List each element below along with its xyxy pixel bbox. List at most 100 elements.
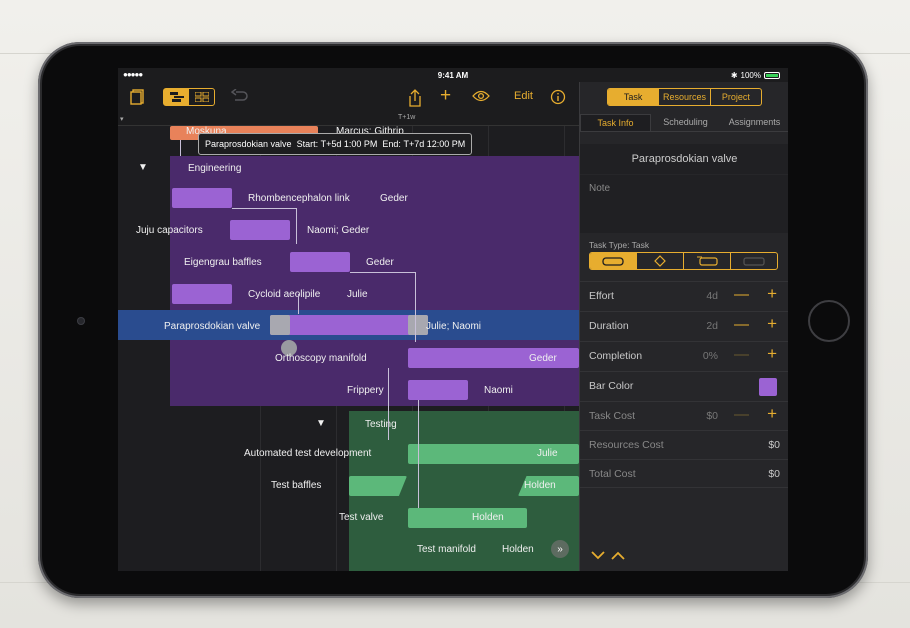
- tooltip-end-label: End:: [382, 139, 401, 149]
- resources-cost-row: Resources Cost $0: [580, 430, 788, 459]
- task-title-field[interactable]: Paraprosdokian valve: [580, 144, 788, 174]
- group-title-engineering: Engineering: [188, 163, 242, 174]
- total-cost-row: Total Cost $0: [580, 459, 788, 488]
- task-cost-label: Task Cost: [589, 410, 636, 422]
- dependency-line: [296, 208, 297, 244]
- view-options-icon[interactable]: [472, 89, 490, 106]
- gantt-view-icon[interactable]: [164, 89, 189, 105]
- task-type-label: Task Type: Task: [589, 240, 650, 250]
- task-type-milestone-icon[interactable]: [636, 253, 683, 269]
- view-mode-switcher: [163, 88, 215, 106]
- dependency-line: [350, 272, 415, 273]
- note-placeholder: Note: [589, 183, 611, 194]
- task-resource: Geder: [366, 257, 394, 268]
- resources-cost-value: $0: [768, 439, 780, 451]
- bar-color-label: Bar Color: [589, 380, 634, 392]
- network-view-icon[interactable]: [189, 89, 214, 105]
- chevron-up-icon[interactable]: [611, 548, 625, 563]
- task-title: Paraprosdokian valve: [631, 153, 738, 165]
- tooltip-start-label: Start:: [296, 139, 319, 149]
- task-cost-decrement-icon[interactable]: —: [734, 406, 749, 423]
- tooltip-task: Paraprosdokian valve: [205, 139, 292, 149]
- status-time: 9:41 AM: [437, 71, 469, 80]
- status-bar: ●●●●● 9:41 AM ✱ 100%: [118, 68, 788, 82]
- chevron-down-icon[interactable]: [591, 548, 605, 563]
- effort-increment-icon[interactable]: +: [767, 284, 777, 304]
- task-type-task-icon[interactable]: [590, 253, 636, 269]
- inspector-nav: [591, 548, 625, 563]
- timeline-ruler: ▾ T+1w: [118, 112, 579, 126]
- task-resource: Julie; Naomi: [426, 321, 482, 332]
- duration-decrement-icon[interactable]: —: [734, 316, 749, 333]
- scroll-forward-button[interactable]: »: [551, 540, 569, 558]
- task-name: Orthoscopy manifold: [275, 353, 367, 364]
- task-bar-test-valve[interactable]: [408, 508, 527, 528]
- bluetooth-icon: ✱: [730, 71, 738, 80]
- note-field[interactable]: Note: [580, 175, 788, 233]
- task-name: Test valve: [339, 512, 384, 523]
- resize-handle-start[interactable]: [270, 315, 290, 335]
- dependency-line: [180, 140, 181, 156]
- task-resource: Naomi: [484, 385, 513, 396]
- task-bar-paraprosdokian[interactable]: [270, 315, 428, 335]
- tab-scheduling[interactable]: Scheduling: [651, 114, 720, 131]
- task-bar-frippery[interactable]: [408, 380, 468, 400]
- collapse-testing-icon[interactable]: ▼: [316, 418, 326, 429]
- effort-decrement-icon[interactable]: —: [734, 286, 749, 303]
- completion-increment-icon[interactable]: +: [767, 344, 777, 364]
- toolbar: + Edit: [118, 82, 579, 112]
- task-resource: Julie: [347, 289, 368, 300]
- undo-icon[interactable]: [230, 88, 249, 107]
- task-bar-cycloid[interactable]: [172, 284, 232, 304]
- edit-button[interactable]: Edit: [514, 90, 533, 102]
- tab-assignments[interactable]: Assignments: [720, 114, 788, 131]
- effort-label: Effort: [589, 290, 614, 302]
- duration-increment-icon[interactable]: +: [767, 314, 777, 334]
- task-resource: Geder: [529, 353, 557, 364]
- task-name: Eigengrau baffles: [184, 257, 262, 268]
- task-bar-rhombencephalon[interactable]: [172, 188, 232, 208]
- tooltip-start: T+5d 1:00 PM: [320, 139, 378, 149]
- add-icon[interactable]: +: [440, 85, 451, 107]
- task-bar-eigengrau[interactable]: [290, 252, 350, 272]
- completion-value[interactable]: 0%: [703, 350, 718, 362]
- segment-task[interactable]: Task: [608, 89, 659, 105]
- task-name-selected: Paraprosdokian valve: [164, 321, 261, 332]
- task-type-group-icon[interactable]: [683, 253, 730, 269]
- task-name: Test manifold: [417, 544, 476, 555]
- home-button[interactable]: [808, 300, 850, 342]
- task-bar-test-baffles[interactable]: [349, 476, 407, 496]
- segment-project[interactable]: Project: [709, 89, 761, 105]
- front-camera: [77, 317, 85, 325]
- dependency-line: [388, 368, 389, 440]
- inspector-panel: Task Resources Project Task Info Schedul…: [579, 82, 788, 571]
- status-right: ✱ 100%: [731, 71, 780, 80]
- completion-decrement-icon[interactable]: —: [734, 346, 749, 363]
- tab-task-info[interactable]: Task Info: [580, 114, 651, 131]
- tooltip-end: T+7d 12:00 PM: [403, 139, 466, 149]
- bar-color-swatch[interactable]: [759, 378, 777, 396]
- collapse-engineering-icon[interactable]: ▼: [138, 162, 148, 173]
- resources-cost-label: Resources Cost: [589, 439, 664, 451]
- task-cost-value[interactable]: $0: [706, 410, 718, 422]
- effort-value[interactable]: 4d: [706, 290, 718, 302]
- share-icon[interactable]: [408, 89, 422, 111]
- duration-value[interactable]: 2d: [706, 320, 718, 332]
- total-cost-value: $0: [768, 468, 780, 480]
- duration-label: Duration: [589, 320, 629, 332]
- segment-resources[interactable]: Resources: [658, 89, 709, 105]
- bar-color-row: Bar Color: [580, 371, 788, 400]
- task-cost-row: Task Cost $0 — +: [580, 401, 788, 430]
- gantt-chart: Moskuna Marcus; Githrip ▼ Engineering Rh…: [118, 126, 579, 571]
- task-type-hammock-icon[interactable]: [730, 253, 777, 269]
- resize-handle-end[interactable]: [408, 315, 428, 335]
- ruler-mark: T+1w: [398, 114, 416, 121]
- documents-icon[interactable]: [130, 89, 146, 109]
- task-cost-increment-icon[interactable]: +: [767, 404, 777, 424]
- task-bar-juju[interactable]: [230, 220, 290, 240]
- dependency-line: [298, 294, 299, 314]
- info-icon[interactable]: [550, 89, 566, 109]
- task-name: Juju capacitors: [136, 225, 203, 236]
- battery-percent: 100%: [740, 71, 761, 80]
- task-resource: Holden: [472, 512, 504, 523]
